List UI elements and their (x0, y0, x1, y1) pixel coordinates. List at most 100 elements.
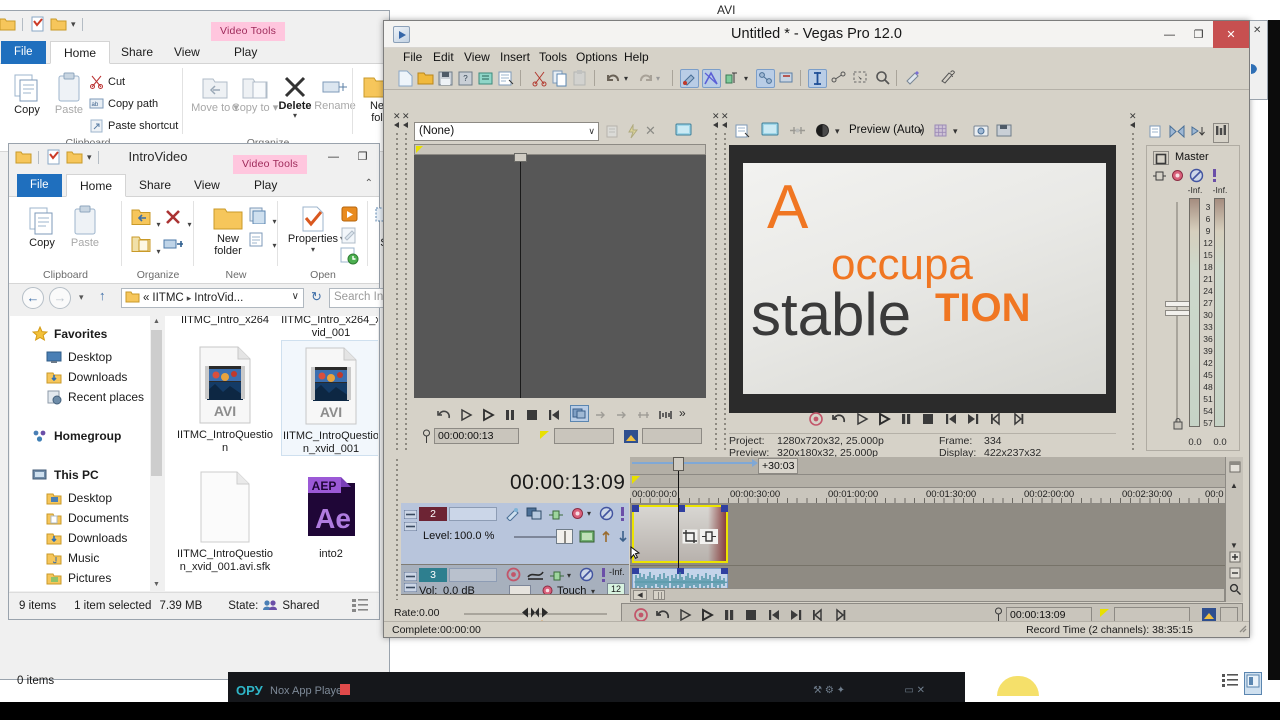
resize-grip-icon[interactable] (1235, 621, 1247, 636)
enable-snapping-2-icon[interactable] (904, 69, 923, 88)
vegas-maximize-button[interactable]: ❐ (1184, 21, 1213, 48)
trimmer-media-props-icon[interactable] (605, 124, 620, 144)
lock-envelopes-icon[interactable] (756, 69, 775, 88)
file-list-pane[interactable]: IITMC_Intro_x264 IITMC_Intro_x264_xvid_0… (165, 316, 378, 591)
trimmer-transport-bar[interactable]: » (414, 405, 706, 425)
nav-pane-scrollbar[interactable]: ▲ ▼ (150, 316, 163, 591)
preview-next-frame-icon[interactable] (1010, 411, 1026, 432)
explorer-front-window-buttons[interactable]: — ❐ (319, 146, 377, 167)
chevron-down-icon[interactable]: ∨ (588, 126, 595, 137)
timeline-view[interactable]: +30:03 00:00:00:0 00:00:30:00 00:01:00:0… (630, 457, 1225, 602)
new-folder-icon[interactable] (50, 16, 67, 32)
vegas-minimize-button[interactable]: — (1155, 21, 1184, 48)
redo-icon[interactable] (636, 69, 655, 88)
vegas-titlebar[interactable]: Untitled * - Vegas Pro 12.0 — ❐ ✕ (384, 21, 1249, 48)
redo-dropdown-caret[interactable]: ▾ (656, 74, 660, 83)
trimmer-timecode-field[interactable]: 00:00:00:13 (434, 428, 519, 444)
cut-icon-vegas[interactable] (530, 69, 549, 88)
open-project-icon[interactable] (416, 69, 435, 88)
tab-view[interactable]: View (161, 41, 213, 64)
trimmer-play-icon[interactable] (480, 407, 495, 427)
nav-homegroup[interactable]: Homegroup (10, 426, 150, 446)
master-lock-icon[interactable] (1172, 417, 1184, 435)
track-compositing-icon[interactable] (579, 529, 595, 549)
track-name-field-audio[interactable] (449, 568, 497, 582)
preview-close-icon-2[interactable]: ✕ (721, 111, 729, 122)
trimmer-in-field[interactable] (554, 428, 614, 444)
menu-view[interactable]: View (458, 50, 496, 64)
desktop-view-switch[interactable] (1221, 672, 1262, 695)
trimmer-remove-icon[interactable]: ✕ (645, 123, 656, 139)
timeline-clip-video[interactable] (632, 505, 728, 563)
trimmer-cursor[interactable] (520, 155, 521, 398)
trimmer-video-view[interactable] (414, 153, 706, 398)
explorer-front-ribbon[interactable]: Copy Paste Clipboard ▾ ▾ ▾ Organize New … (9, 197, 394, 284)
render-as-icon[interactable] (476, 69, 495, 88)
timeline-right-toolbar[interactable]: ▲ ▼ (1225, 457, 1243, 602)
explorer-back-ribbon[interactable]: Copy Paste Cut ab Copy path Paste shortc… (0, 64, 391, 152)
nav-pc-desktop[interactable]: Desktop (10, 488, 150, 508)
new-folder-button-2[interactable]: New folder (204, 205, 252, 257)
easy-access-icon-button[interactable]: ▾ (248, 230, 276, 253)
timeline-playhead[interactable] (678, 457, 679, 579)
explorer-front-tabs[interactable]: File Home Share View Play ⌃ (9, 174, 379, 197)
master-fx-icon[interactable] (1170, 168, 1185, 188)
trimmer-pause-icon[interactable] (502, 407, 517, 427)
hscroll-left-arrow[interactable]: ◀ (633, 590, 647, 600)
copy-path-button[interactable]: ab Copy path (89, 96, 158, 111)
tile-view-icon[interactable] (1244, 672, 1262, 695)
track-number-video[interactable]: 2 (419, 507, 447, 521)
trimmer-insert-media-icon[interactable] (616, 408, 629, 426)
preview-stop-icon[interactable] (920, 411, 936, 432)
file-tile-aep[interactable]: AEP Ae into2 (281, 471, 378, 561)
trimmer-stop-icon[interactable] (524, 407, 539, 427)
properties-caret[interactable]: ▾ (283, 245, 343, 254)
hscroll-thumb[interactable] (653, 590, 665, 600)
track-fx-icon-video[interactable] (505, 506, 520, 526)
preview-close-icon[interactable]: ✕ (712, 111, 720, 122)
media-player-window[interactable]: OРУ Nox App Player ⚒ ⚙ ✦ ▭ ✕ (228, 672, 965, 702)
track-header-video[interactable]: 2 ▾ Level: 100.0 % (401, 503, 629, 565)
track-pan-icon-video[interactable] (548, 508, 564, 526)
trimmer-panel[interactable]: ✕ ✕ (None) ∨ ✕ » 00:00:00:13 (392, 109, 711, 455)
preview-go-to-start-icon[interactable] (943, 411, 959, 432)
track-maximize-icon[interactable] (403, 518, 418, 536)
player-window-buttons[interactable]: ▭ ✕ (904, 685, 925, 696)
auto-ripple-icon[interactable] (724, 69, 743, 88)
trimmer-fx-icon[interactable] (625, 123, 640, 144)
preview-copy-snapshot-icon[interactable] (973, 123, 989, 143)
mixer-close-icon[interactable]: ✕ (1129, 111, 1137, 122)
trimmer-grip-dots-2[interactable] (404, 133, 407, 453)
refresh-button[interactable]: ↻ (311, 289, 322, 305)
delete-icon-button[interactable]: ▾ (163, 207, 191, 232)
background-window-close-icon[interactable]: ✕ (1253, 25, 1261, 36)
master-fader-handle[interactable] (1165, 301, 1190, 318)
new-item-icon-button[interactable]: ▾ (248, 206, 276, 229)
track-name-field-video[interactable] (449, 507, 497, 521)
trimmer-select-timeline-icon[interactable] (570, 405, 589, 422)
timeline-scroll-down-icon[interactable]: ▼ (1230, 541, 1238, 550)
timeline-ruler[interactable]: 00:00:00:0 00:00:30:00 00:01:00:00 00:01… (630, 488, 1225, 504)
file-tile-avi-0[interactable]: AVI IITMC_IntroQuestion (175, 346, 275, 454)
preview-split-screen-icon[interactable] (789, 124, 806, 142)
nav-pc-downloads[interactable]: Downloads (10, 528, 150, 548)
preview-play-from-start-icon[interactable] (854, 411, 870, 432)
preview-quality-caret[interactable]: ▾ (835, 126, 840, 137)
search-input[interactable]: Search In (329, 288, 391, 308)
menu-help[interactable]: Help (618, 50, 655, 64)
trimmer-close-icon-2[interactable]: ✕ (402, 111, 410, 122)
copy-to-caret[interactable]: ▾ (156, 247, 160, 256)
track-mute-icon-audio[interactable] (579, 567, 594, 587)
back-button[interactable]: ← (22, 287, 44, 309)
preview-play-icon[interactable] (876, 411, 892, 432)
explorer-back-tabs[interactable]: File Home Share View Play (0, 41, 389, 64)
maximize-button[interactable]: ❐ (348, 146, 377, 167)
master-bus-panel[interactable]: ✕ Master -Inf. -Inf. 3 6 9 12 15 18 21 2… (1128, 109, 1243, 455)
preview-dock-grip-2[interactable]: ✕ (720, 109, 729, 455)
preview-collapse-icon[interactable] (713, 122, 718, 128)
transport-timecode-field[interactable]: 00:00:13:09 (1006, 607, 1092, 622)
preview-dock-grip[interactable]: ✕ (711, 109, 720, 455)
preview-video-area[interactable]: A occupa TION stable (729, 145, 1116, 413)
explorer-back-titlebar[interactable]: ▾ Video Tools (0, 11, 389, 41)
trimmer-collapse-icon[interactable] (394, 122, 399, 128)
